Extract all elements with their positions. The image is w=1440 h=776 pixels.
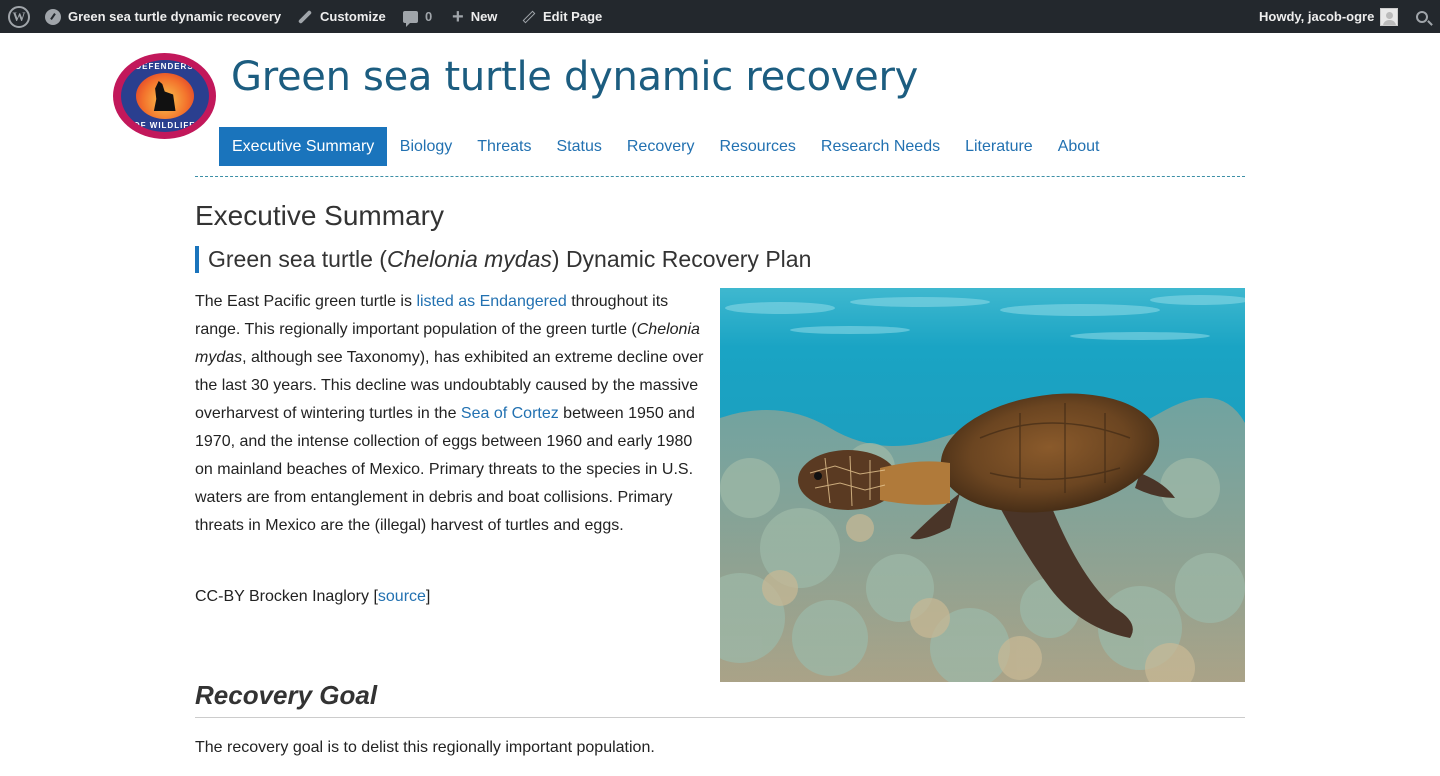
avatar-icon bbox=[1380, 7, 1399, 26]
site-name-label: Green sea turtle dynamic recovery bbox=[68, 9, 282, 24]
subtitle-post: ) Dynamic Recovery Plan bbox=[551, 246, 812, 272]
nav-item-about[interactable]: About bbox=[1045, 127, 1112, 166]
summary-text-4: between 1950 and 1970, and the intense c… bbox=[195, 405, 695, 534]
summary-paragraph: The East Pacific green turtle is listed … bbox=[195, 288, 705, 540]
edit-page-link[interactable]: Edit Page bbox=[522, 0, 602, 33]
recovery-goal-heading: Recovery Goal bbox=[195, 680, 1245, 718]
credit-close: ] bbox=[425, 588, 431, 605]
subtitle-pre: Green sea turtle ( bbox=[208, 246, 387, 272]
wolf-icon bbox=[153, 81, 176, 111]
nav-item-status[interactable]: Status bbox=[544, 127, 614, 166]
comments-link[interactable]: 0 bbox=[403, 0, 432, 33]
nav-divider bbox=[195, 176, 1245, 177]
comment-icon bbox=[403, 10, 418, 27]
page-subtitle: Green sea turtle (Chelonia mydas) Dynami… bbox=[195, 246, 811, 273]
site-name-link[interactable]: Green sea turtle dynamic recovery bbox=[45, 0, 281, 33]
new-content-link[interactable]: + New bbox=[452, 0, 497, 33]
dashboard-icon bbox=[45, 8, 61, 25]
image-credit: CC-BY Brocken Inaglory [source] bbox=[195, 585, 430, 609]
main-nav: Executive Summary Biology Threats Status… bbox=[219, 127, 1112, 166]
logo-top-text: DEFENDERS bbox=[135, 62, 194, 71]
nav-item-recovery[interactable]: Recovery bbox=[614, 127, 707, 166]
site-logo[interactable]: DEFENDERS OF WILDLIFE bbox=[113, 53, 216, 139]
logo-bottom-text: OF WILDLIFE bbox=[133, 121, 196, 130]
page-title: Executive Summary bbox=[195, 200, 444, 231]
subtitle-species: Chelonia mydas bbox=[386, 246, 552, 272]
new-label: New bbox=[470, 9, 498, 24]
comments-count: 0 bbox=[425, 9, 433, 24]
endangered-link[interactable]: listed as Endangered bbox=[416, 293, 566, 310]
admin-search-button[interactable] bbox=[1416, 0, 1428, 33]
credit-text: CC-BY Brocken Inaglory [ bbox=[195, 588, 378, 605]
sea-turtle-illustration bbox=[720, 288, 1245, 682]
nav-item-literature[interactable]: Literature bbox=[953, 127, 1046, 166]
howdy-label: Howdy, jacob-ogre bbox=[1259, 9, 1375, 24]
wordpress-menu[interactable]: W bbox=[8, 0, 30, 33]
account-menu[interactable]: Howdy, jacob-ogre bbox=[1259, 0, 1399, 33]
brush-icon bbox=[297, 9, 313, 24]
nav-item-executive-summary[interactable]: Executive Summary bbox=[219, 127, 388, 166]
sea-of-cortez-link[interactable]: Sea of Cortez bbox=[461, 405, 559, 422]
nav-item-biology[interactable]: Biology bbox=[387, 127, 464, 166]
summary-text-1: The East Pacific green turtle is bbox=[195, 293, 417, 310]
sea-turtle-photo bbox=[720, 288, 1245, 682]
nav-item-research-needs[interactable]: Research Needs bbox=[808, 127, 952, 166]
admin-bar: W Green sea turtle dynamic recovery Cust… bbox=[0, 0, 1440, 33]
source-link[interactable]: source bbox=[378, 588, 426, 605]
nav-item-threats[interactable]: Threats bbox=[465, 127, 544, 166]
nav-item-resources[interactable]: Resources bbox=[707, 127, 808, 166]
site-title[interactable]: Green sea turtle dynamic recovery bbox=[231, 54, 918, 100]
wordpress-icon: W bbox=[8, 5, 30, 28]
logo-emblem: DEFENDERS OF WILDLIFE bbox=[120, 60, 209, 132]
plus-icon: + bbox=[452, 5, 464, 28]
pencil-icon bbox=[522, 10, 536, 23]
recovery-goal-text: The recovery goal is to delist this regi… bbox=[195, 739, 655, 756]
customize-link[interactable]: Customize bbox=[297, 0, 386, 33]
logo-sun bbox=[135, 73, 194, 119]
customize-label: Customize bbox=[320, 9, 386, 24]
search-icon bbox=[1416, 10, 1428, 23]
edit-page-label: Edit Page bbox=[543, 9, 603, 24]
